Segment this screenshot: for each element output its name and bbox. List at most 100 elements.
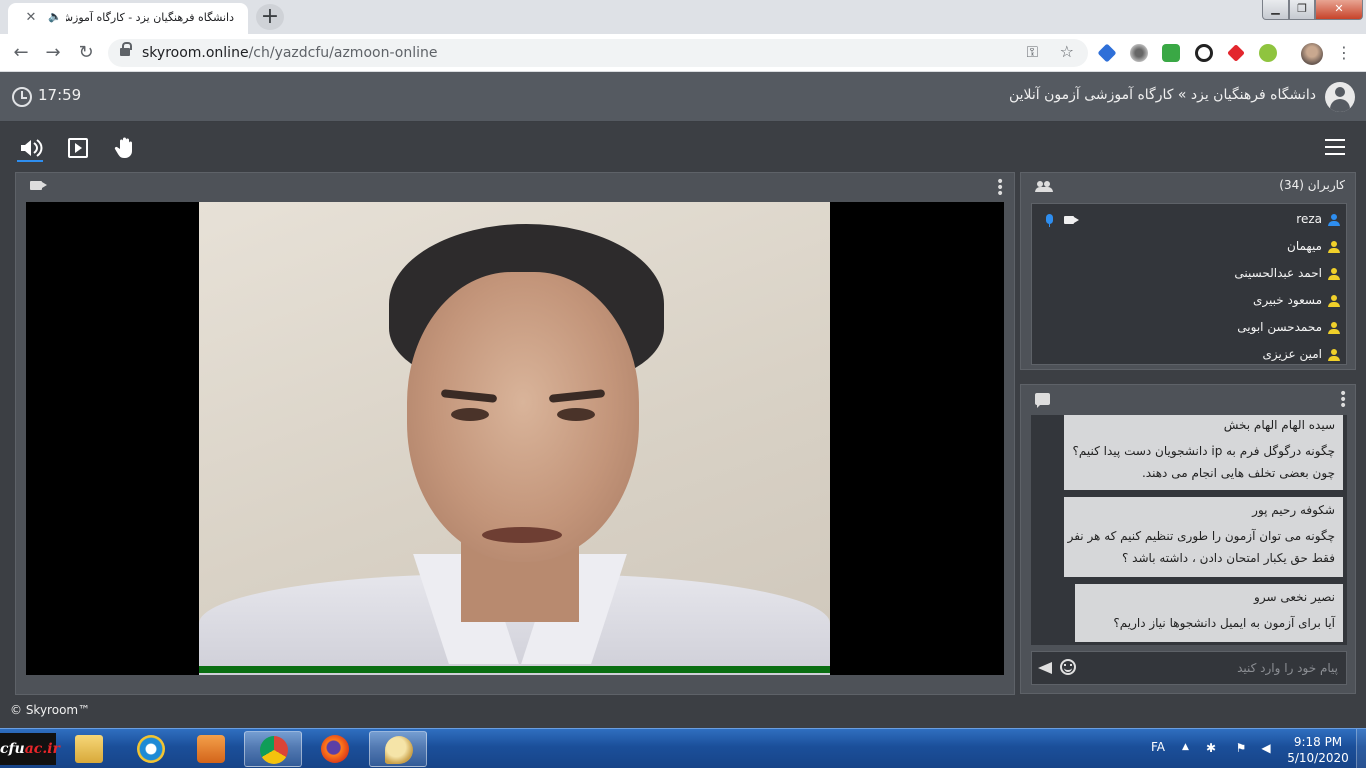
window-close-button[interactable]: ✕	[1315, 0, 1363, 20]
chrome-icon	[260, 736, 288, 764]
browser-menu-icon[interactable]: ⋮	[1334, 42, 1354, 64]
user-row[interactable]: میهمان	[1032, 235, 1346, 261]
user-row[interactable]: مسعود خبیری	[1032, 289, 1346, 315]
user-icon	[1328, 322, 1340, 334]
extension-download-icon[interactable]	[1259, 44, 1277, 62]
system-clock[interactable]: 9:18 PM 5/10/2020	[1282, 734, 1354, 766]
hamburger-menu-icon[interactable]	[1325, 139, 1345, 155]
users-group-icon	[1035, 181, 1053, 192]
tab-title: دانشگاه فرهنگیان یزد - کارگاه آموزش...	[66, 11, 234, 24]
windows-taskbar: cfuac.ir FA ▲ ✱ ⚑ ◀ 9:18 PM 5/10/2020	[0, 728, 1366, 768]
presentation-icon[interactable]	[64, 134, 92, 162]
users-panel: کاربران (34) reza میهمان احمد عبدالحسینی…	[1020, 172, 1356, 370]
key-icon[interactable]: ⚿	[1027, 43, 1038, 61]
firefox-icon	[321, 735, 349, 763]
user-name: احمد عبدالحسینی	[1234, 266, 1322, 280]
user-icon	[1328, 268, 1340, 280]
forward-arrow-icon[interactable]: →	[40, 40, 66, 66]
user-icon	[1328, 214, 1340, 226]
clock-time: 9:18 PM	[1293, 735, 1343, 749]
room-title: دانشگاه فرهنگیان یزد » کارگاه آموزشی آزم…	[1008, 87, 1316, 103]
browser-tab-active[interactable]: ✕ 🔈 دانشگاه فرهنگیان یزد - کارگاه آموزش.…	[8, 3, 248, 34]
taskbar-media-button[interactable]	[182, 731, 240, 767]
user-name: میهمان	[1287, 239, 1322, 253]
tray-expand-icon[interactable]: ▲	[1182, 742, 1189, 752]
taskbar-explorer-button[interactable]	[60, 731, 118, 767]
extension-red-icon[interactable]	[1227, 44, 1245, 62]
message-text: فقط حق یکبار امتحان دادن ، داشته باشد ؟	[1122, 551, 1335, 565]
user-row[interactable]: امین عزیزی	[1032, 343, 1346, 364]
user-icon	[1328, 241, 1340, 253]
user-name: reza	[1296, 212, 1322, 226]
user-name: محمدحسن ابویی	[1237, 320, 1322, 334]
start-button[interactable]: cfuac.ir	[0, 733, 60, 765]
extension-blue-icon[interactable]	[1097, 43, 1117, 63]
emoji-icon[interactable]	[1060, 659, 1076, 675]
reload-icon[interactable]: ↻	[73, 40, 99, 66]
account-icon[interactable]	[1325, 82, 1355, 112]
extension-green-icon[interactable]	[1162, 44, 1180, 62]
raise-hand-icon[interactable]	[111, 134, 139, 162]
speaker-eye-right	[557, 408, 595, 421]
bookmark-star-icon[interactable]: ☆	[1060, 42, 1074, 61]
action-center-flag-icon[interactable]: ⚑	[1234, 741, 1248, 755]
extension-gear-icon[interactable]	[1130, 44, 1148, 62]
video-stream[interactable]	[26, 202, 1004, 675]
speaking-indicator-bar	[199, 666, 830, 673]
folder-icon	[75, 735, 103, 763]
chat-message: شکوفه رحیم پور چگونه می توان آزمون را طو…	[1064, 497, 1343, 577]
address-bar[interactable]: skyroom.online/ch/yazdcfu/azmoon-online …	[108, 39, 1088, 67]
volume-tray-icon[interactable]: ◀	[1259, 741, 1273, 755]
network-tray-icon[interactable]: ✱	[1204, 741, 1218, 755]
users-count-title: کاربران (34)	[1279, 178, 1345, 192]
send-icon[interactable]	[1038, 662, 1052, 674]
video-camera-icon[interactable]	[1064, 216, 1079, 224]
message-author: شکوفه رحیم پور	[1252, 503, 1335, 517]
browser-tabstrip: ✕ 🔈 دانشگاه فرهنگیان یزد - کارگاه آموزش.…	[0, 0, 1366, 34]
input-language[interactable]: FA	[1151, 740, 1165, 754]
window-maximize-button[interactable]: ❐	[1289, 0, 1315, 20]
skyroom-copyright: © Skyroom™	[10, 703, 91, 717]
chat-options-icon[interactable]: • • •	[1339, 387, 1347, 413]
user-row[interactable]: احمد عبدالحسینی	[1032, 262, 1346, 288]
taskbar-chrome-button[interactable]	[244, 731, 302, 767]
speaker-video-frame	[199, 202, 830, 675]
paint-icon	[385, 736, 413, 764]
users-list[interactable]: reza میهمان احمد عبدالحسینی مسعود خبیری …	[1031, 203, 1347, 365]
tab-audio-icon[interactable]: 🔈	[48, 10, 62, 23]
chat-panel: • • • سیده الهام الهام بخش چگونه درگوگل فر…	[1020, 384, 1356, 694]
profile-avatar[interactable]	[1301, 43, 1323, 65]
chat-message-input[interactable]	[1092, 656, 1338, 680]
window-minimize-button[interactable]: ▁	[1262, 0, 1289, 20]
extension-ring-icon[interactable]	[1195, 44, 1213, 62]
chat-messages[interactable]: سیده الهام الهام بخش چگونه درگوگل فرم به…	[1031, 415, 1347, 645]
show-desktop-button[interactable]	[1356, 729, 1366, 768]
chat-bubble-icon	[1035, 393, 1050, 408]
chat-message: سیده الهام الهام بخش چگونه درگوگل فرم به…	[1064, 415, 1343, 490]
message-author: سیده الهام الهام بخش	[1223, 418, 1335, 432]
user-row[interactable]: reza	[1032, 208, 1346, 234]
room-toolbar	[0, 122, 1366, 172]
user-row[interactable]: محمدحسن ابویی	[1032, 316, 1346, 342]
clock-icon	[12, 87, 32, 107]
taskbar-firefox-button[interactable]	[306, 731, 364, 767]
room-header: 17:59 دانشگاه فرهنگیان یزد » کارگاه آموز…	[0, 72, 1366, 122]
user-name: امین عزیزی	[1262, 347, 1322, 361]
lock-icon[interactable]	[120, 42, 132, 58]
speaker-mouth	[482, 527, 562, 543]
message-text: آیا برای آزمون به ایمیل دانشجوها نیاز دا…	[1113, 616, 1335, 630]
speaker-face	[407, 272, 639, 562]
taskbar-paint-button[interactable]	[369, 731, 427, 767]
user-icon	[1328, 349, 1340, 361]
speaker-icon[interactable]	[16, 134, 44, 162]
chat-message: نصیر نخعی سرو آیا برای آزمون به ایمیل دا…	[1075, 584, 1343, 642]
camera-icon	[30, 181, 47, 190]
video-options-icon[interactable]: • • •	[996, 175, 1004, 201]
tab-close-icon[interactable]: ✕	[22, 9, 40, 27]
taskbar-ie-button[interactable]	[122, 731, 180, 767]
microphone-icon[interactable]	[1046, 214, 1053, 227]
address-url[interactable]: skyroom.online/ch/yazdcfu/azmoon-online	[142, 45, 437, 61]
user-icon	[1328, 295, 1340, 307]
new-tab-button[interactable]: +	[256, 4, 284, 30]
back-arrow-icon[interactable]: ←	[8, 40, 34, 66]
